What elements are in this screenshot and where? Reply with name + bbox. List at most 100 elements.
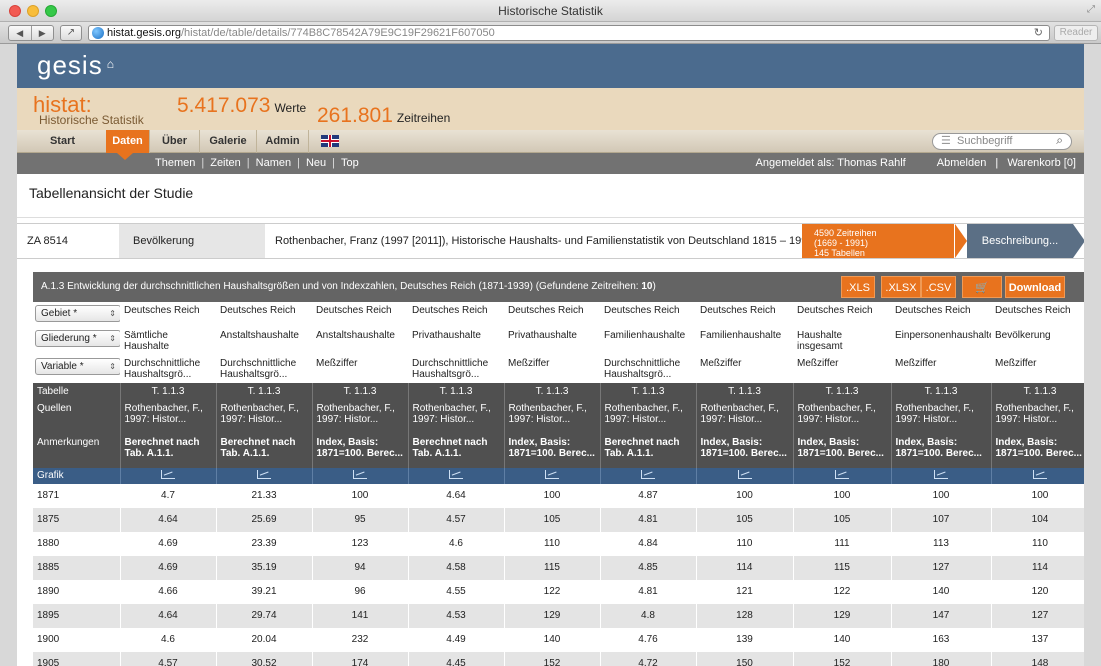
variable-select[interactable]: Variable * ⇕	[35, 358, 120, 375]
results-title: A.1.3 Entwicklung der durchschnittlichen…	[41, 281, 656, 292]
value-cell: 4.66	[120, 580, 217, 604]
value-cell: 105	[696, 508, 794, 532]
home-icon[interactable]: ⌂	[107, 57, 115, 71]
search-icon[interactable]: ⌕	[1056, 133, 1063, 148]
line-chart-icon[interactable]	[1033, 470, 1047, 479]
value-cell: 115	[504, 556, 601, 580]
subnav-zeiten[interactable]: Zeiten	[210, 157, 241, 169]
select-label: Gebiet *	[41, 308, 78, 319]
subnav-namen[interactable]: Namen	[256, 157, 291, 169]
line-chart-icon[interactable]	[737, 470, 752, 479]
xlsx-button[interactable]: .XLSX	[881, 276, 921, 298]
meta-anmerkungen-cell: Index, Basis: 1871=100. Berec...	[696, 434, 794, 468]
select-label: Gliederung *	[41, 333, 97, 344]
tab-daten[interactable]: Daten	[106, 130, 150, 153]
value-cell: 129	[504, 604, 601, 628]
subnav-neu[interactable]: Neu	[306, 157, 326, 169]
study-tabellen: 145 Tabellen	[814, 248, 865, 258]
line-chart-icon[interactable]	[161, 470, 175, 479]
csv-button[interactable]: .CSV	[921, 276, 956, 298]
tab-ueber[interactable]: Über	[150, 130, 200, 153]
gliederung-select[interactable]: Gliederung * ⇕	[35, 330, 120, 347]
beschreibung-button[interactable]: Beschreibung...	[955, 224, 1084, 258]
meta-tabelle-cell: T. 1.1.3	[793, 383, 892, 400]
value-cell: 104	[991, 508, 1084, 532]
account-links: Angemeldet als: Thomas Rahlf Abmelden | …	[755, 157, 1077, 169]
tab-admin[interactable]: Admin	[257, 130, 309, 153]
window-title: Historische Statistik	[498, 4, 603, 18]
year-cell: 1875	[33, 508, 121, 532]
line-chart-icon[interactable]	[934, 470, 948, 479]
search-input[interactable]: ☰ Suchbegriff ⌕	[932, 133, 1072, 150]
address-bar[interactable]: histat.gesis.org/histat/de/table/details…	[88, 25, 1050, 41]
filter-value: Durchschnittliche Haushaltsgrö...	[120, 355, 216, 383]
value-cell: 110	[504, 532, 601, 556]
results-count: 10	[641, 281, 653, 292]
value-cell: 111	[793, 532, 892, 556]
subnav-top[interactable]: Top	[341, 157, 359, 169]
filter-value: Durchschnittliche Haushaltsgrö...	[408, 355, 504, 383]
value-cell: 140	[504, 628, 601, 652]
subnav-themen[interactable]: Themen	[155, 157, 195, 169]
meta-anmerkungen-cell: Index, Basis: 1871=100. Berec...	[312, 434, 409, 468]
reader-button[interactable]: Reader	[1054, 25, 1098, 41]
select-arrow-icon: ⇕	[109, 362, 116, 371]
value-cell: 115	[793, 556, 892, 580]
line-chart-icon[interactable]	[835, 470, 849, 479]
share-button[interactable]: ↗	[60, 25, 82, 41]
filter-select-cell: Gliederung * ⇕	[33, 327, 120, 355]
back-button[interactable]: ◀	[9, 26, 31, 40]
value-cell: 100	[504, 484, 601, 508]
meta-tabelle-cell: T. 1.1.3	[216, 383, 313, 400]
value-cell: 4.64	[120, 508, 217, 532]
value-cell: 100	[891, 484, 992, 508]
table-row: 1895 4.64 29.74 141 4.53 129 4.8 128 129 147 127	[33, 604, 1084, 628]
line-chart-icon[interactable]	[257, 470, 271, 479]
gesis-logo[interactable]: gesis ⌂	[37, 50, 115, 81]
meta-quellen-cell: Rothenbacher, F., 1997: Histor...	[120, 400, 217, 434]
value-cell: 129	[793, 604, 892, 628]
grafik-cell	[793, 468, 892, 484]
histat-banner: histat: Historische Statistik 5.417.073 W…	[17, 88, 1084, 130]
gebiet-select[interactable]: Gebiet * ⇕	[35, 305, 120, 322]
filter-row-gebiet: Gebiet * ⇕ Deutsches Reich Deutsches Reich D…	[33, 302, 1084, 327]
cart-icon[interactable]: 🛒	[962, 276, 1002, 298]
line-chart-icon[interactable]	[641, 470, 655, 479]
url-host: histat.gesis.org	[107, 27, 181, 39]
forward-button[interactable]: ▶	[30, 26, 54, 40]
value-cell: 4.45	[408, 652, 505, 666]
filter-value: Sämtliche Haushalte	[120, 327, 216, 355]
value-cell: 94	[312, 556, 409, 580]
filter-value: Familienhaushalte	[696, 327, 793, 355]
line-chart-icon[interactable]	[545, 470, 559, 479]
reload-icon[interactable]: ↻	[1034, 26, 1043, 40]
fullscreen-icon[interactable]: ⤢	[1087, 4, 1095, 15]
value-cell: 107	[891, 508, 992, 532]
back-forward-buttons: ◀ ▶	[8, 25, 54, 41]
xls-button[interactable]: .XLS	[841, 276, 875, 298]
value-cell: 174	[312, 652, 409, 666]
logout-link[interactable]: Abmelden	[937, 157, 987, 169]
table-row: 1905 4.57 30.52 174 4.45 152 4.72 150 152 180 148	[33, 652, 1084, 666]
english-flag-icon[interactable]	[321, 135, 339, 147]
value-cell: 137	[991, 628, 1084, 652]
line-chart-icon[interactable]	[353, 470, 367, 479]
study-period: (1669 - 1991)	[814, 238, 869, 248]
zeitreihen-label: Zeitreihen	[396, 111, 451, 125]
meta-label-quellen: Quellen	[33, 400, 121, 434]
filter-value: Privathaushalte	[408, 327, 504, 355]
grafik-cell	[991, 468, 1084, 484]
study-zeitreihen: 4590 Zeitreihen	[814, 228, 877, 238]
browser-toolbar: ◀ ▶ ↗ histat.gesis.org/histat/de/table/d…	[0, 22, 1101, 44]
download-button[interactable]: Download	[1005, 276, 1065, 298]
value-cell: 180	[891, 652, 992, 666]
line-chart-icon[interactable]	[449, 470, 463, 479]
cart-link[interactable]: Warenkorb [0]	[1007, 157, 1076, 169]
tab-galerie[interactable]: Galerie	[200, 130, 257, 153]
value-cell: 4.64	[408, 484, 505, 508]
meta-anmerkungen-cell: Berechnet nach Tab. A.1.1.	[216, 434, 313, 468]
year-cell: 1885	[33, 556, 121, 580]
tab-start[interactable]: Start	[17, 130, 109, 153]
select-label: Variable *	[41, 361, 84, 372]
filter-select-cell: Variable * ⇕	[33, 355, 120, 383]
